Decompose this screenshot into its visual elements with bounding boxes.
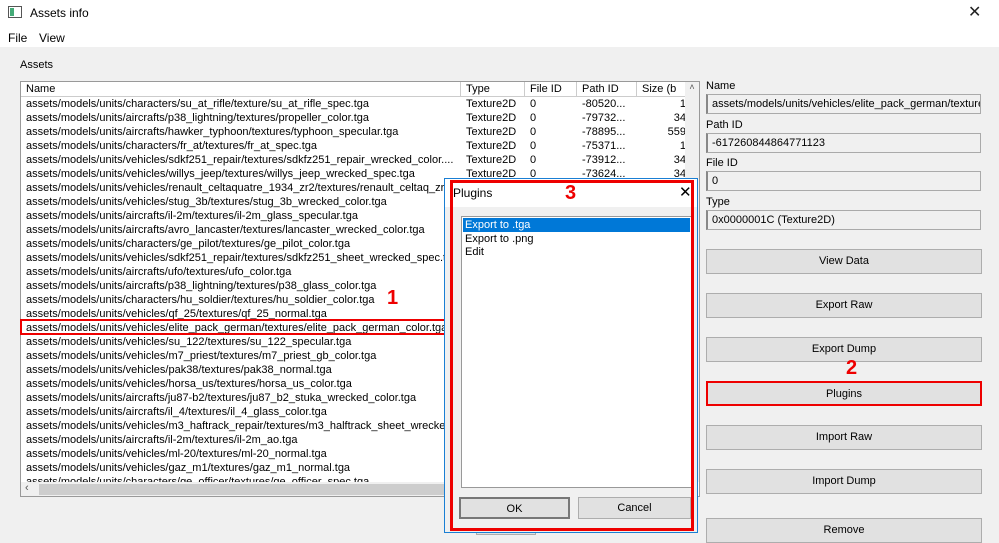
close-icon[interactable]: ✕ xyxy=(968,2,981,22)
cell-size: 1 xyxy=(679,140,686,152)
cell-path-id: -80520... xyxy=(582,98,626,110)
column-header-type[interactable]: Type xyxy=(461,82,525,97)
import-dump-button[interactable]: Import Dump xyxy=(706,469,982,494)
cell-name: assets/models/units/vehicles/sdkf251_rep… xyxy=(26,252,447,264)
cell-type: Texture2D xyxy=(466,140,517,152)
export-dump-button[interactable]: Export Dump xyxy=(706,337,982,362)
path-id-field[interactable]: -617260844864771123 xyxy=(706,133,981,153)
cell-file-id: 0 xyxy=(530,154,537,166)
cell-file-id: 0 xyxy=(530,126,537,138)
assets-label: Assets xyxy=(20,59,54,71)
window-title: Assets info xyxy=(30,6,89,20)
cell-name: assets/models/units/aircrafts/hawker_typ… xyxy=(26,126,399,138)
plugins-button[interactable]: Plugins xyxy=(706,381,982,406)
view-data-button[interactable]: View Data xyxy=(706,249,982,274)
file-id-label: File ID xyxy=(706,157,738,169)
cell-type: Texture2D xyxy=(466,98,517,110)
table-row[interactable]: assets/models/units/characters/fr_at/tex… xyxy=(21,139,687,153)
cell-name: assets/models/units/characters/ge_pilot/… xyxy=(26,238,351,250)
menu-bar: File View xyxy=(0,25,999,47)
scroll-left-icon[interactable]: ‹ xyxy=(25,482,29,494)
cell-name: assets/models/units/aircrafts/il-2m/text… xyxy=(26,434,298,446)
cell-type: Texture2D xyxy=(466,126,517,138)
column-header-name[interactable]: Name xyxy=(21,82,461,97)
cell-name: assets/models/units/aircrafts/il_4/textu… xyxy=(26,406,327,418)
cell-type: Texture2D xyxy=(466,112,517,124)
table-row[interactable]: assets/models/units/vehicles/sdkf251_rep… xyxy=(21,153,687,167)
import-raw-button[interactable]: Import Raw xyxy=(706,425,982,450)
cell-size: 559 xyxy=(667,126,686,138)
title-bar: Assets info ✕ xyxy=(0,0,999,25)
cell-path-id: -79732... xyxy=(582,112,626,124)
column-header-size[interactable]: Size (b xyxy=(637,82,687,97)
column-header-file-id[interactable]: File ID xyxy=(525,82,577,97)
cell-file-id: 0 xyxy=(530,140,537,152)
cell-name: assets/models/units/aircrafts/avro_lanca… xyxy=(26,224,425,236)
cell-name: assets/models/units/vehicles/sdkf251_rep… xyxy=(26,154,454,166)
export-raw-button[interactable]: Export Raw xyxy=(706,293,982,318)
cell-name: assets/models/units/vehicles/willys_jeep… xyxy=(26,168,415,180)
cell-name: assets/models/units/aircrafts/il-2m/text… xyxy=(26,210,358,222)
table-row[interactable]: assets/models/units/aircrafts/hawker_typ… xyxy=(21,125,687,139)
type-field[interactable]: 0x0000001C (Texture2D) xyxy=(706,210,981,230)
cell-file-id: 0 xyxy=(530,112,537,124)
cell-name: assets/models/units/vehicles/gaz_m1/text… xyxy=(26,462,351,474)
file-id-field[interactable]: 0 xyxy=(706,171,981,191)
path-id-label: Path ID xyxy=(706,119,743,131)
annotation-box-selected-row xyxy=(20,319,448,335)
menu-view[interactable]: View xyxy=(39,31,65,45)
cell-name: assets/models/units/vehicles/ml-20/textu… xyxy=(26,448,327,460)
cell-name: assets/models/units/aircrafts/p38_lightn… xyxy=(26,112,370,124)
annotation-1: 1 xyxy=(387,287,399,309)
cell-type: Texture2D xyxy=(466,154,517,166)
cell-size: 34 xyxy=(673,112,686,124)
cell-path-id: -78895... xyxy=(582,126,626,138)
column-header-path-id[interactable]: Path ID xyxy=(577,82,637,97)
cell-name: assets/models/units/characters/fr_at/tex… xyxy=(26,140,318,152)
cell-name: assets/models/units/vehicles/m7_priest/t… xyxy=(26,350,377,362)
annotation-2: 2 xyxy=(846,357,858,379)
cell-name: assets/models/units/vehicles/renault_cel… xyxy=(26,182,445,194)
annotation-3: 3 xyxy=(565,182,577,204)
cell-name: assets/models/units/characters/su_at_rif… xyxy=(26,98,370,110)
cell-name: assets/models/units/vehicles/su_122/text… xyxy=(26,336,352,348)
cell-size: 34 xyxy=(673,154,686,166)
cell-name: assets/models/units/vehicles/pak38/textu… xyxy=(26,364,332,376)
cell-name: assets/models/units/aircrafts/ju87-b2/te… xyxy=(26,392,417,404)
app-icon xyxy=(8,6,22,18)
cell-name: assets/models/units/aircrafts/ufo/textur… xyxy=(26,266,292,278)
table-row[interactable]: assets/models/units/characters/su_at_rif… xyxy=(21,97,687,111)
menu-file[interactable]: File xyxy=(8,31,27,45)
table-row[interactable]: assets/models/units/aircrafts/p38_lightn… xyxy=(21,111,687,125)
name-label: Name xyxy=(706,80,736,92)
cell-size: 1 xyxy=(679,98,686,110)
remove-button[interactable]: Remove xyxy=(706,518,982,543)
cell-file-id: 0 xyxy=(530,98,537,110)
type-label: Type xyxy=(706,196,730,208)
name-field[interactable]: assets/models/units/vehicles/elite_pack_… xyxy=(706,94,981,114)
cell-path-id: -73912... xyxy=(582,154,626,166)
cell-name: assets/models/units/vehicles/horsa_us/te… xyxy=(26,378,352,390)
annotation-box-dialog xyxy=(450,180,694,531)
cell-path-id: -75371... xyxy=(582,140,626,152)
cell-name: assets/models/units/vehicles/m3_haftrack… xyxy=(26,420,446,432)
cell-name: assets/models/units/vehicles/stug_3b/tex… xyxy=(26,196,387,208)
